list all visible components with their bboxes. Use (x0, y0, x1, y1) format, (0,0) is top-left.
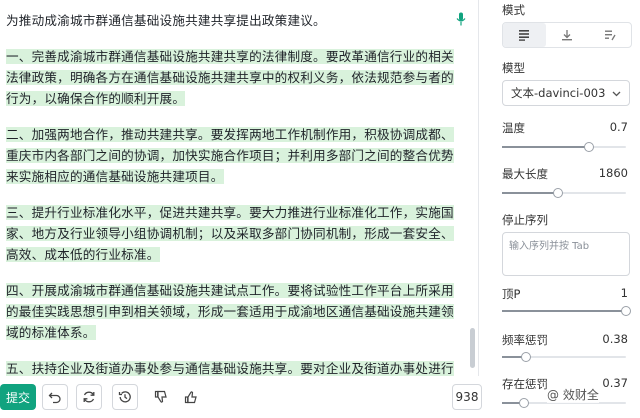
completion-highlight: 一、完善成渝城市群通信基础设施共建共享的法律制度。要改革通信行业的相关法律政策，… (6, 49, 454, 106)
model-select[interactable]: 文本-davinci-003 (502, 80, 630, 106)
presence-penalty-value: 0.37 (602, 376, 628, 390)
microphone-icon[interactable] (456, 12, 466, 26)
slider-fill (502, 310, 626, 312)
watermark: @ 效财全 (547, 386, 599, 403)
editor-scrollbar-thumb[interactable] (470, 328, 475, 368)
mode-insert-tab[interactable] (546, 23, 589, 47)
slider-fill (502, 192, 558, 194)
slider-fill (502, 146, 589, 148)
completion-paragraph: 三、提升行业标准化水平，促进共建共享。要大力推进行业标准化工作，实施国家、地方及… (6, 202, 458, 265)
submit-button[interactable]: 提交 (0, 384, 36, 410)
completion-highlight: 三、提升行业标准化水平，促进共建共享。要大力推进行业标准化工作，实施国家、地方及… (6, 205, 454, 262)
prompt-editor[interactable]: 为推动成渝城市群通信基础设施共建共享提出政策建议。 一、完善成渝城市群通信基础设… (0, 0, 479, 376)
prompt-text: 为推动成渝城市群通信基础设施共建共享提出政策建议。 (6, 13, 326, 28)
mode-complete-tab[interactable] (503, 23, 546, 47)
model-select-value: 文本-davinci-003 (511, 86, 606, 100)
editor-scrollbar-track[interactable] (470, 4, 475, 372)
chevron-down-icon (612, 91, 621, 97)
top-p-value: 1 (620, 286, 628, 300)
temperature-label: 温度 (502, 121, 525, 135)
frequency-penalty-slider[interactable] (502, 352, 626, 362)
completion-paragraph: 四、开展成渝城市群通信基础设施共建试点工作。要将试验性工作平台上所采用的最佳实践… (6, 280, 458, 343)
temperature-slider[interactable] (502, 142, 626, 152)
stop-sequence-input[interactable]: 输入序列并按 Tab (502, 232, 630, 276)
slider-thumb[interactable] (552, 188, 563, 198)
completion-paragraph: 五、扶持企业及街道办事处参与通信基础设施共享。要对企业及街道办事处进行扶持，降低… (6, 358, 458, 376)
undo-button[interactable] (42, 384, 68, 410)
completion-paragraph: 一、完善成渝城市群通信基础设施共建共享的法律制度。要改革通信行业的相关法律政策，… (6, 46, 458, 109)
completion-paragraph: 二、加强两地合作，推动共建共享。要发挥两地工作机制作用，积极协调成都、重庆市内各… (6, 124, 458, 187)
model-label: 模型 (502, 61, 525, 75)
undo-icon (48, 392, 61, 404)
editor-text[interactable]: 为推动成渝城市群通信基础设施共建共享提出政策建议。 一、完善成渝城市群通信基础设… (6, 10, 458, 376)
completion-highlight: 二、加强两地合作，推动共建共享。要发挥两地工作机制作用，积极协调成都、重庆市内各… (6, 127, 454, 184)
thumbs-up-icon (184, 391, 197, 404)
slider-thumb[interactable] (621, 306, 631, 316)
completion-highlight: 五、扶持企业及街道办事处参与通信基础设施共享。要对企业及街道办事处进行扶持，降低… (6, 361, 454, 376)
frequency-penalty-value: 0.38 (602, 332, 628, 346)
mode-edit-tab[interactable] (588, 23, 631, 47)
top-p-label: 顶P (502, 287, 521, 301)
thumbs-down-icon (154, 390, 167, 403)
history-icon (118, 391, 131, 403)
stop-sequence-label: 停止序列 (502, 213, 548, 227)
presence-penalty-label: 存在惩罚 (502, 377, 548, 391)
regenerate-button[interactable] (76, 384, 102, 410)
mode-complete-icon (519, 30, 530, 41)
max-length-value: 1860 (598, 166, 628, 180)
completion-highlight: 四、开展成渝城市群通信基础设施共建试点工作。要将试验性工作平台上所采用的最佳实践… (6, 283, 454, 340)
temperature-value: 0.7 (609, 120, 628, 134)
mode-label: 模式 (502, 3, 525, 17)
mode-edit-icon (604, 30, 616, 41)
slider-thumb[interactable] (583, 142, 594, 152)
editor-toolbar: 提交 938 (0, 376, 482, 418)
max-length-label: 最大长度 (502, 167, 548, 181)
slider-thumb[interactable] (520, 352, 531, 362)
history-button[interactable] (112, 384, 138, 410)
thumbs-down-button[interactable] (148, 384, 174, 410)
thumbs-up-button[interactable] (178, 384, 204, 410)
top-p-slider[interactable] (502, 306, 631, 316)
token-count: 938 (452, 384, 482, 410)
settings-panel: 模式 模型 文本-davinci-003 温度 0.7 最大长度 1860 停止… (490, 0, 640, 418)
frequency-penalty-label: 频率惩罚 (502, 333, 548, 347)
max-length-slider[interactable] (502, 188, 626, 198)
mode-selector (502, 22, 632, 48)
slider-thumb[interactable] (519, 398, 530, 408)
stop-sequence-placeholder: 输入序列并按 Tab (509, 241, 590, 252)
regenerate-icon (83, 391, 95, 403)
mode-insert-icon (562, 30, 572, 41)
